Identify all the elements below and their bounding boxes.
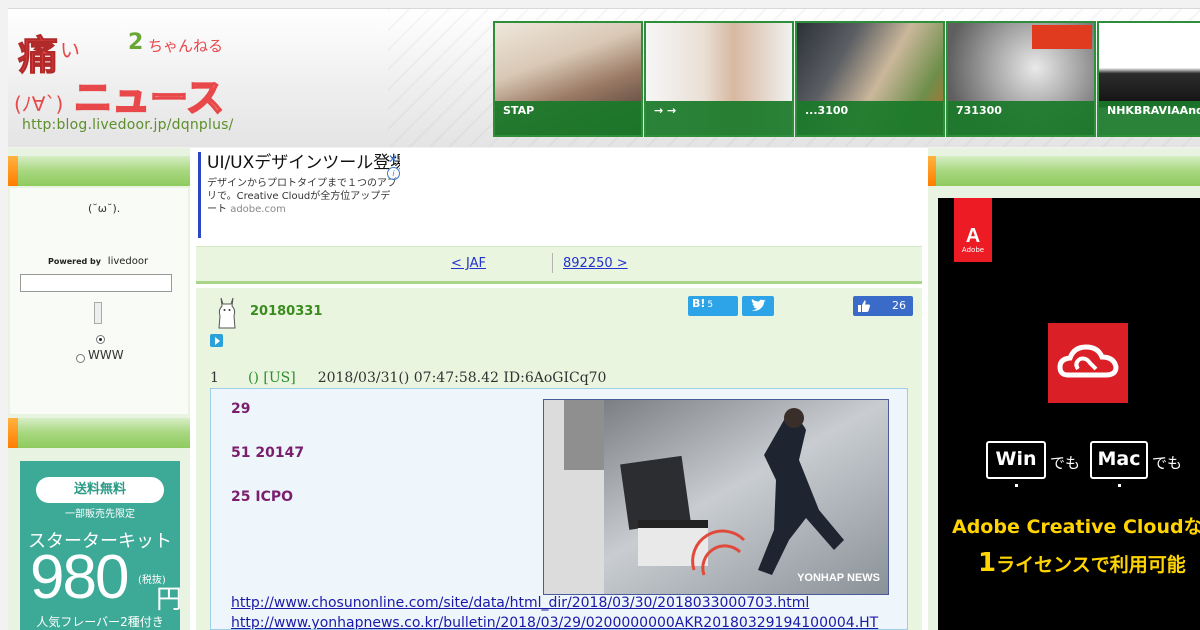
- hatena-icon: B!: [692, 297, 706, 310]
- demo-text: でも: [1152, 454, 1183, 472]
- sidebar-search-box: [10, 188, 188, 414]
- radio-blog[interactable]: [96, 335, 105, 344]
- sidebar-header-bar: [8, 418, 190, 448]
- logo-graphic: 痛 い 2 ちゃんねる (ﾉ∀`) ニュース: [14, 30, 225, 120]
- svg-text:い: い: [60, 38, 80, 62]
- svg-text:ニュース: ニュース: [74, 76, 224, 120]
- alpaca-icon: [218, 297, 236, 329]
- thumbnail-badge: [1032, 25, 1092, 49]
- tweet-button[interactable]: [742, 296, 774, 316]
- ad-headline: UI/UXデザインツール登場: [207, 153, 400, 173]
- thumbnail-3[interactable]: ...3100: [795, 21, 945, 137]
- response-name: () [US]: [248, 370, 296, 386]
- thumbnail-caption: 731300: [948, 101, 1094, 135]
- thumbnail-caption: STAP: [495, 101, 641, 135]
- close-icon[interactable]: ✕: [388, 152, 398, 166]
- hatena-bookmark-button[interactable]: B! 5: [688, 296, 738, 316]
- adobe-logo: A Adobe: [954, 198, 992, 262]
- thumbnail-caption: ...3100: [797, 101, 943, 135]
- smiley-text: (˘ω˘).: [88, 202, 121, 215]
- prev-article-link[interactable]: < JAF: [451, 256, 486, 271]
- thumbnail-4[interactable]: 731300: [946, 21, 1096, 137]
- hatena-count: 5: [707, 300, 714, 310]
- starter-kit-ad[interactable]: 送料無料 一部販売先限定 スターターキット 980 (税抜) 円 人気フレーバー…: [20, 461, 180, 630]
- pagination-nav: < JAF 892250 >: [196, 246, 922, 284]
- body-line: 29: [231, 401, 251, 417]
- next-article-link[interactable]: 892250 >: [563, 256, 628, 271]
- svg-text:ちゃんねる: ちゃんねる: [148, 37, 223, 55]
- logo-url: http:blog.livedoor.jp/dqnplus/: [22, 117, 234, 133]
- search-button[interactable]: [94, 302, 102, 324]
- response-body: 29 51 20147 25 ICPO YONHAP NEWS http://w…: [210, 388, 908, 630]
- body-line: 51 20147: [231, 445, 305, 461]
- thumbnail-caption: → →: [646, 101, 792, 135]
- creative-cloud-icon: [1048, 323, 1128, 403]
- google-ad[interactable]: UI/UXデザインツール登場 デザインからプロトタイプまで１つのアプリで。Cre…: [198, 152, 400, 238]
- adobe-logo-mark: A: [965, 225, 981, 247]
- news-photo[interactable]: YONHAP NEWS: [543, 399, 889, 595]
- nav-divider: [552, 253, 553, 273]
- news-photo-image: [544, 400, 888, 594]
- adobe-ad-line-2: 1ライセンスで利用可能: [978, 548, 1186, 578]
- livedoor-logo: livedoor: [107, 256, 149, 267]
- win-device: Win: [986, 441, 1046, 487]
- post-date: 20180331: [250, 304, 323, 319]
- thumbnail-1[interactable]: STAP: [493, 21, 643, 137]
- radio-www[interactable]: [76, 354, 85, 363]
- radio-www-label: WWW: [88, 348, 124, 362]
- twitter-icon: [751, 299, 766, 311]
- svg-text:(ﾉ∀`): (ﾉ∀`): [14, 92, 63, 116]
- site-logo[interactable]: 痛 い 2 ちゃんねる (ﾉ∀`) ニュース http:blog.livedoo…: [14, 25, 233, 135]
- powered-by-label: Powered by livedoor: [48, 256, 148, 267]
- thumbnail-caption: NHKBRAVIAAnd: [1099, 101, 1200, 135]
- free-shipping-badge: 送料無料: [36, 477, 164, 503]
- sidebar-header-bar: [928, 156, 1200, 186]
- powered-by-text: Powered by: [48, 257, 101, 266]
- body-line: 25 ICPO: [231, 489, 294, 505]
- thumbnail-5[interactable]: NHKBRAVIAAnd: [1097, 21, 1200, 137]
- ad-footer: 人気フレーバー2種付き: [36, 615, 164, 629]
- adobe-ad-one: 1: [978, 548, 997, 578]
- search-input[interactable]: [20, 274, 172, 292]
- response-meta: 2018/03/31() 07:47:58.42 ID:6AoGICq70: [317, 370, 607, 386]
- thumbnail-2[interactable]: → →: [644, 21, 794, 137]
- info-icon[interactable]: i: [387, 167, 400, 180]
- adobe-logo-text: Adobe: [961, 246, 985, 254]
- adobe-ad-line-2-text: ライセンスで利用可能: [996, 554, 1186, 576]
- creative-cloud-logo: [1057, 344, 1119, 378]
- source-link-chosun[interactable]: http://www.chosunonline.com/site/data/ht…: [231, 595, 809, 611]
- thumbs-up-icon: [858, 300, 871, 312]
- sidebar-header-bar: [8, 156, 190, 186]
- mac-device: Mac: [1090, 441, 1148, 487]
- main-content: UI/UXデザインツール登場 デザインからプロトタイプまで１つのアプリで。Cre…: [190, 148, 928, 630]
- response-header: 1 () [US] 2018/03/31() 07:47:58.42 ID:6AoG…: [210, 370, 606, 386]
- ad-yen: 円: [156, 585, 180, 615]
- adobe-ad-line-1: Adobe Creative Cloudなら: [952, 516, 1200, 538]
- play-icon[interactable]: [210, 334, 223, 347]
- ad-source: adobe.com: [230, 204, 286, 215]
- demo-text: でも: [1050, 454, 1081, 472]
- adobe-ad[interactable]: A Adobe Win でも Mac でも Adobe Creative Clo…: [938, 198, 1200, 630]
- svg-text:痛: 痛: [18, 33, 58, 79]
- like-count: 26: [892, 299, 906, 312]
- ad-description: デザインからプロトタイプまで１つのアプリで。Creative Cloudが全方位…: [207, 177, 400, 216]
- photo-credit: YONHAP NEWS: [797, 572, 880, 584]
- ad-price: 980: [30, 543, 129, 612]
- response-number: 1: [210, 370, 219, 386]
- source-link-yonhap[interactable]: http://www.yonhapnews.co.kr/bulletin/201…: [231, 615, 878, 629]
- site-header: 痛 い 2 ちゃんねる (ﾉ∀`) ニュース http:blog.livedoo…: [8, 8, 1200, 147]
- ad-note: 一部販売先限定: [65, 509, 135, 520]
- svg-text:2: 2: [128, 30, 143, 55]
- article: 20180331 B! 5 26 1 () [US] 2018/03/31() 07:…: [196, 288, 922, 630]
